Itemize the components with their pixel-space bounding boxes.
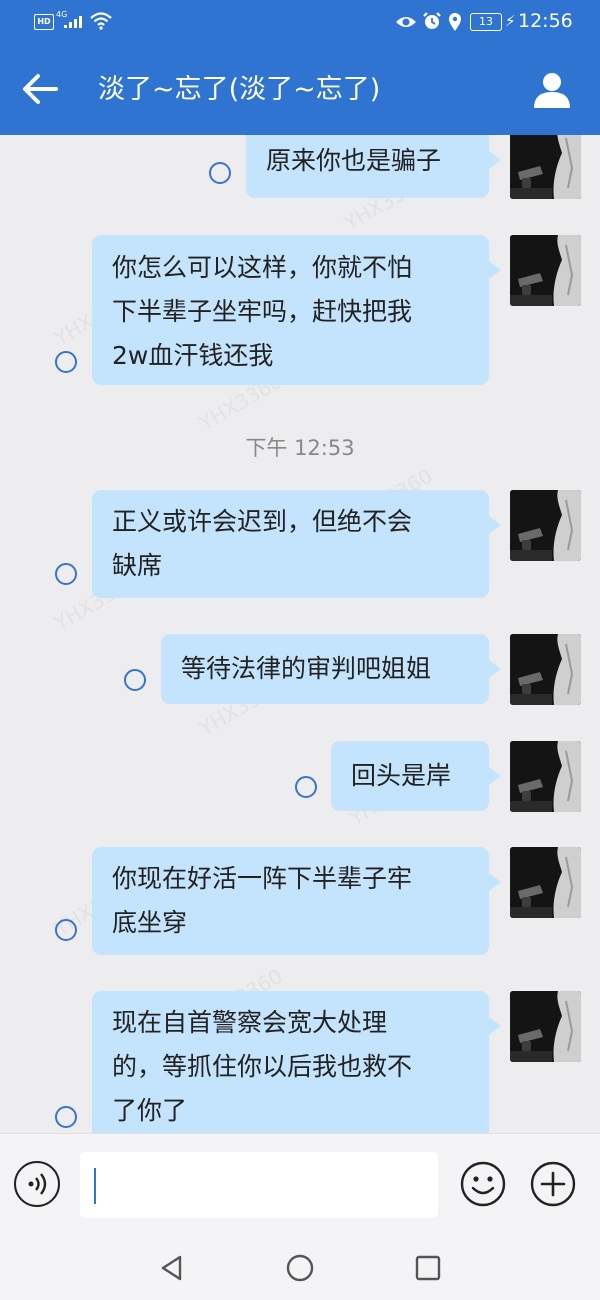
read-status-icon [55,563,77,585]
message-line: 了你了 [112,1096,188,1125]
message-line: 现在自首警察会宽大处理 [112,1008,388,1037]
avatar[interactable] [510,135,581,199]
message-line: 你怎么可以这样，你就不怕 [112,253,413,282]
nav-back-icon[interactable] [158,1254,186,1282]
read-status-icon [55,1106,77,1128]
message-bubble[interactable]: 回头是岸 [331,741,489,811]
message-input[interactable] [80,1152,438,1218]
message-bubble[interactable]: 等待法律的审判吧姐姐 [161,634,489,704]
avatar[interactable] [510,634,581,705]
message-bubble[interactable]: 正义或许会迟到，但绝不会 缺席 [92,490,489,598]
wifi-icon [90,12,112,30]
message-line: 正义或许会迟到，但绝不会 [112,507,413,536]
message-bubble[interactable]: 你现在好活一阵下半辈子牢 底坐穿 [92,847,489,955]
back-arrow-icon[interactable] [20,72,60,106]
avatar[interactable] [510,490,581,561]
message-line: 底坐穿 [112,908,188,937]
profile-icon[interactable] [532,70,572,110]
message-line: 等待法律的审判吧姐姐 [181,654,432,683]
message-line: 原来你也是骗子 [266,146,442,175]
read-status-icon [209,162,231,184]
nav-recent-apps-icon[interactable] [414,1254,442,1282]
message-bubble[interactable]: 你怎么可以这样，你就不怕 下半辈子坐牢吗，赶快把我 2w血汗钱还我 [92,235,489,385]
hd-badge: HD [34,14,54,30]
message-line: 的，等抓住你以后我也救不 [112,1052,413,1081]
message-line: 你现在好活一阵下半辈子牢 [112,864,413,893]
voice-input-button[interactable] [14,1161,60,1207]
avatar[interactable] [510,847,581,918]
status-bar: HD 4G 13 ⚡ 12:56 [0,0,600,44]
eye-icon [396,17,416,27]
charging-icon: ⚡ [505,12,516,30]
alarm-icon [423,12,441,29]
read-status-icon [124,669,146,691]
header: 淡了~忘了(淡了~忘了) [0,44,600,135]
avatar[interactable] [510,235,581,306]
bubble-tail [489,151,501,169]
bubble-tail [489,873,501,891]
message-list[interactable]: YHX3360 YHX3360 YHX3360 YHX3360 YHX3360 … [0,135,600,1133]
more-options-button[interactable] [530,1161,576,1207]
avatar[interactable] [510,741,581,812]
nav-home-icon[interactable] [286,1254,314,1282]
message-line: 回头是岸 [351,761,452,790]
text-cursor [94,1168,96,1204]
chat-title: 淡了~忘了(淡了~忘了) [98,74,381,105]
message-line: 缺席 [112,551,163,580]
bubble-tail [489,660,501,678]
message-timestamp: 下午 12:53 [245,436,355,460]
battery-level: 13 [470,13,502,31]
message-line: 下半辈子坐牢吗，赶快把我 [112,297,413,326]
bubble-tail [489,1017,501,1035]
read-status-icon [295,776,317,798]
location-icon [449,13,461,31]
avatar[interactable] [510,991,581,1062]
emoji-button[interactable] [460,1161,506,1207]
signal-icon [64,16,82,28]
system-nav-bar [0,1235,600,1300]
message-bubble[interactable]: 原来你也是骗子 [246,135,489,198]
message-bubble[interactable]: 现在自首警察会宽大处理 的，等抓住你以后我也救不 了你了 [92,991,489,1133]
read-status-icon [55,919,77,941]
bubble-tail [489,516,501,534]
bubble-tail [489,767,501,785]
message-line: 2w血汗钱还我 [112,341,274,370]
voice-icon [28,1173,47,1195]
read-status-icon [55,351,77,373]
clock: 12:56 [518,10,573,32]
bubble-tail [489,261,501,279]
input-bar [0,1133,600,1236]
